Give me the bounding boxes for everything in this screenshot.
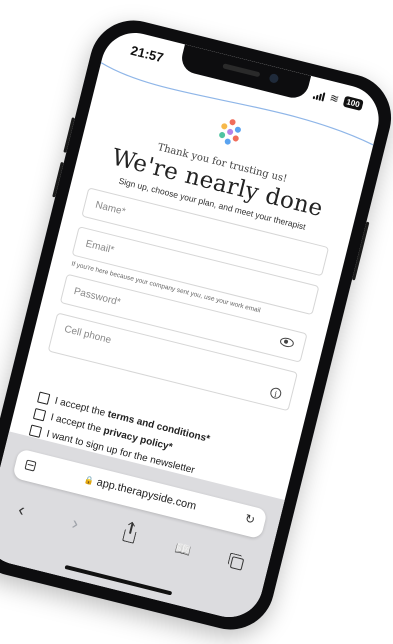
bookmarks-icon[interactable]: 📖 [169, 539, 198, 561]
lock-icon: 🔒 [83, 475, 95, 487]
forward-icon[interactable]: › [60, 510, 90, 537]
share-icon[interactable] [114, 523, 145, 551]
speaker [222, 63, 261, 78]
screen: 21:57 ≋ 100 Thank you for trusting us! W… [0, 25, 386, 625]
volume-down-button [52, 161, 64, 198]
url-label: app.therapyside.com [95, 476, 198, 513]
back-icon[interactable]: ‹ [6, 496, 36, 523]
front-camera [268, 72, 280, 84]
volume-up-button [63, 117, 75, 153]
status-icons: ≋ 100 [313, 88, 364, 111]
phone-frame: 21:57 ≋ 100 Thank you for trusting us! W… [0, 11, 393, 639]
power-button [351, 221, 370, 281]
wifi-icon: ≋ [328, 91, 341, 106]
terms-checkbox[interactable] [37, 391, 51, 405]
home-indicator[interactable] [64, 564, 173, 596]
therapyside-logo [219, 119, 241, 145]
tabs-icon[interactable] [222, 550, 252, 577]
signal-icon [313, 89, 326, 102]
battery-icon: 100 [342, 95, 364, 111]
privacy-checkbox[interactable] [32, 408, 47, 422]
